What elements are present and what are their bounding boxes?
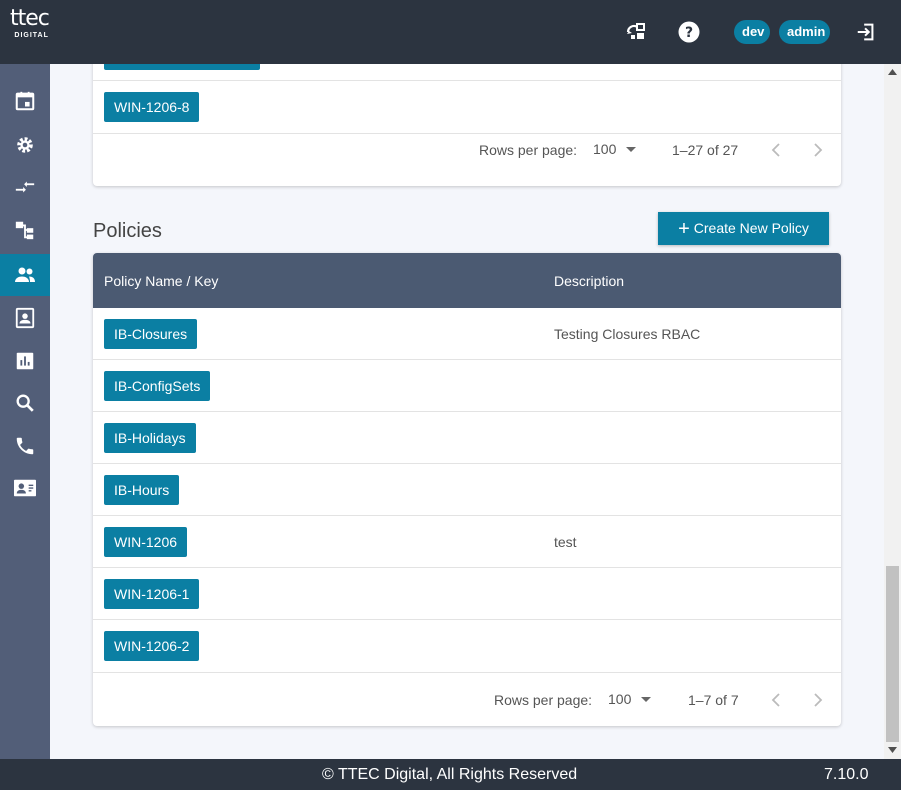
policy-chip[interactable]: WIN-1206-8 [104,92,200,122]
policy-chip[interactable]: IB-Hours [104,475,180,505]
column-header-name[interactable]: Policy Name / Key [104,273,218,289]
rows-per-page-label: Rows per page: [479,142,578,158]
policy-chip[interactable]: IB-ConfigSets [104,371,211,401]
create-new-policy-button[interactable]: + Create New Policy [658,212,829,245]
logo-subtitle: DIGITAL [14,32,49,39]
scroll-up-arrow-icon[interactable] [888,69,897,75]
policies-table-card: Policy Name / Key Description IB-Closure… [93,253,841,726]
table-row-chip[interactable] [104,64,260,70]
table-row: IB-Closures Testing Closures RBAC [93,308,841,360]
caret-down-icon [626,147,637,153]
chevron-right-icon[interactable] [813,693,823,707]
hierarchy-icon [15,221,34,240]
policy-chip[interactable]: WIN-1206-1 [104,579,200,609]
table-row: IB-Hours [93,464,841,516]
contact-card-icon [15,307,35,329]
sidebar-item-people[interactable] [0,254,50,296]
logo-word: ttec [10,6,50,31]
sidebar-item-settings[interactable] [0,124,50,166]
sidebar-item-transfers[interactable] [0,166,50,208]
scroll-down-arrow-icon[interactable] [888,747,897,753]
table-row: IB-Holidays [93,412,841,464]
chevron-right-icon[interactable] [813,143,823,157]
help-icon[interactable]: ? [677,20,701,44]
footer: © TTEC Digital, All Rights Reserved 7.10… [0,759,901,790]
phone-icon [16,437,34,455]
chevron-left-icon[interactable] [771,143,781,157]
section-title: Policies [93,220,162,242]
logout-icon[interactable] [854,20,878,44]
table-row: WIN-1206-1 [93,568,841,620]
svg-text:?: ? [685,25,693,41]
sidebar-item-phone[interactable] [0,425,50,467]
plus-icon: + [678,218,690,240]
pagination-range: 1–27 of 27 [672,142,739,158]
rows-per-page-label: Rows per page: [494,692,593,708]
rows-per-page-select[interactable]: 100 [608,691,652,707]
caret-down-icon [641,697,652,703]
sidebar-item-search[interactable] [0,382,50,424]
policy-chip[interactable]: IB-Holidays [104,423,196,453]
rows-per-page-value: 100 [593,141,617,157]
switch-tenant-icon[interactable] [624,20,648,44]
gear-icon [17,137,33,153]
id-card-icon [14,479,36,497]
sidebar-item-id-card[interactable] [0,467,50,509]
table-row: WIN-1206-8 [93,81,841,134]
vertical-scrollbar[interactable] [884,64,901,759]
rows-per-page-select[interactable]: 100 [593,141,637,157]
table-row [93,64,841,81]
people-icon [15,267,35,282]
calendar-icon [15,91,35,111]
search-icon [16,394,34,412]
version-text: 7.10.0 [824,766,869,783]
table-row: WIN-1206 test [93,516,841,568]
policy-chip[interactable]: WIN-1206 [104,527,188,557]
sidebar-item-reports[interactable] [0,340,50,382]
policy-description: Testing Closures RBAC [554,326,701,342]
top-bar: ttec DIGITAL ? dev admin [0,0,901,64]
environment-badge[interactable]: dev [734,20,770,44]
ttec-logo[interactable]: ttec DIGITAL [10,6,50,40]
bar-chart-icon [16,352,34,370]
pagination-range: 1–7 of 7 [688,692,739,708]
policy-chip[interactable]: IB-Closures [104,319,198,349]
sidebar-item-calendar[interactable] [0,80,50,122]
previous-table-card: WIN-1206-8 Rows per page: 100 1–27 of 27 [93,64,841,186]
policy-description: test [554,534,577,550]
main-content: WIN-1206-8 Rows per page: 100 1–27 of 27… [50,64,884,759]
sidebar-item-contacts[interactable] [0,297,50,339]
transfer-arrows-icon [15,181,35,193]
create-button-label: Create New Policy [693,220,809,236]
table-header: Policy Name / Key Description [93,253,841,308]
user-badge[interactable]: admin [779,20,830,44]
table-row: IB-ConfigSets [93,360,841,412]
sidebar [0,64,50,759]
column-header-description[interactable]: Description [554,273,624,289]
table-row: WIN-1206-2 [93,620,841,673]
chevron-left-icon[interactable] [771,693,781,707]
policy-chip[interactable]: WIN-1206-2 [104,631,200,661]
scrollbar-thumb[interactable] [886,566,899,742]
rows-per-page-value: 100 [608,691,632,707]
copyright-text: © TTEC Digital, All Rights Reserved [322,766,578,783]
sidebar-item-hierarchy[interactable] [0,209,50,251]
